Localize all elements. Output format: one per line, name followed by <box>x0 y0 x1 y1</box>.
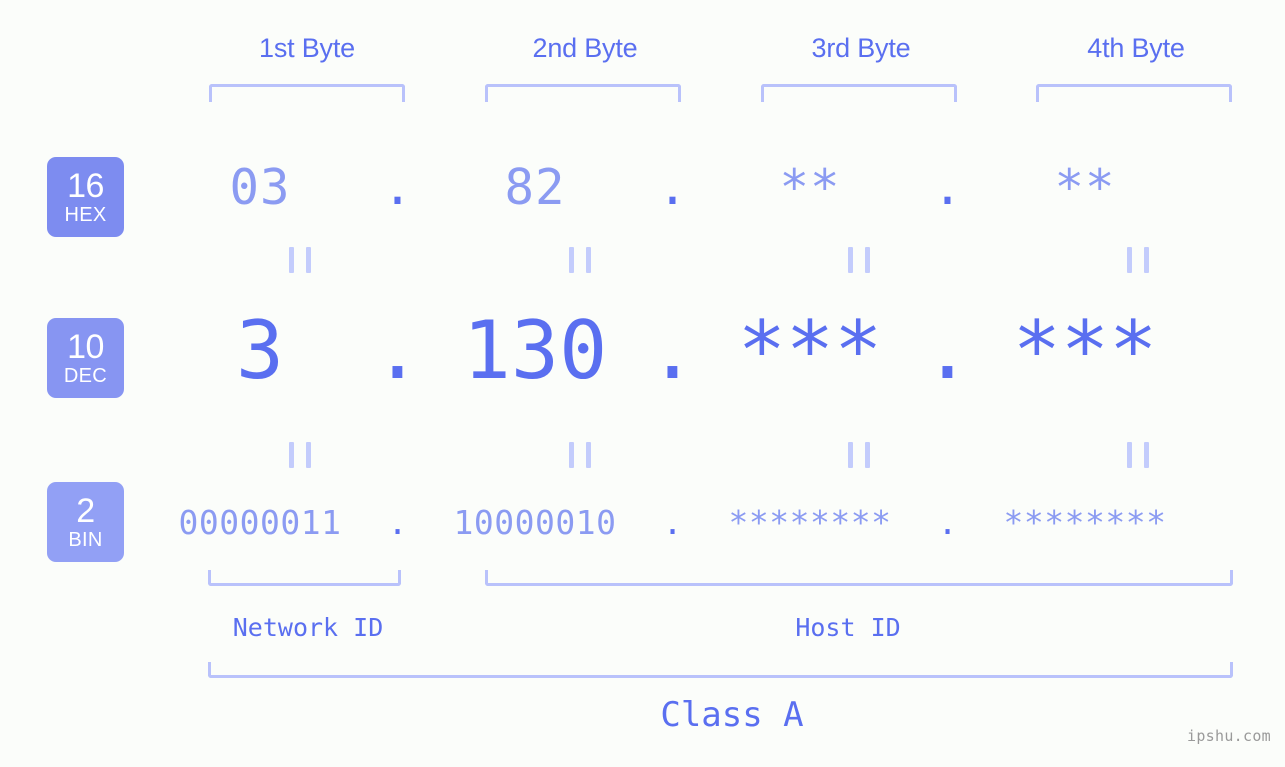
base-badge-bin-abbr: BIN <box>68 529 103 551</box>
equals-icon-hex-dec-4 <box>1127 247 1149 273</box>
hex-byte-1: 03 <box>229 158 291 216</box>
hex-byte-4: ** <box>1054 158 1116 216</box>
byte-bracket-2 <box>485 84 681 102</box>
base-badge-dec-number: 10 <box>67 328 104 366</box>
dec-separator-2: . <box>648 303 697 397</box>
dec-byte-4: *** <box>1012 303 1158 397</box>
dec-separator-1: . <box>373 303 422 397</box>
equals-icon-hex-dec-1 <box>289 247 311 273</box>
equals-icon-dec-bin-3 <box>848 442 870 468</box>
site-watermark: ipshu.com <box>1187 727 1271 745</box>
bin-byte-3: ******** <box>728 502 892 542</box>
equals-icon-dec-bin-4 <box>1127 442 1149 468</box>
bin-separator-1: . <box>387 502 408 542</box>
equals-icon-dec-bin-1 <box>289 442 311 468</box>
network-id-bracket <box>208 570 401 586</box>
byte-bracket-3 <box>761 84 957 102</box>
dec-byte-3: *** <box>737 303 883 397</box>
bin-byte-1: 00000011 <box>178 502 342 542</box>
dec-byte-1: 3 <box>235 303 285 397</box>
bin-separator-2: . <box>662 502 683 542</box>
base-badge-bin-number: 2 <box>76 492 95 530</box>
bin-byte-2: 10000010 <box>453 502 617 542</box>
hex-value-row: 03 . 82 . ** . ** <box>150 152 1250 222</box>
class-bracket <box>208 662 1233 678</box>
bin-separator-3: . <box>937 502 958 542</box>
base-badge-bin: 2 BIN <box>47 482 124 562</box>
byte-bracket-1 <box>209 84 405 102</box>
dec-byte-2: 130 <box>462 303 608 397</box>
equals-icon-dec-bin-2 <box>569 442 591 468</box>
byte-header-2: 2nd Byte <box>532 33 638 63</box>
host-id-bracket <box>485 570 1233 586</box>
hex-separator-2: . <box>657 158 688 216</box>
bin-byte-4: ******** <box>1003 502 1167 542</box>
base-badge-dec-abbr: DEC <box>63 365 108 387</box>
base-badge-hex-abbr: HEX <box>64 204 107 226</box>
hex-byte-3: ** <box>779 158 841 216</box>
byte-header-4: 4th Byte <box>1087 33 1185 63</box>
base-badge-hex: 16 HEX <box>47 157 124 237</box>
network-id-label: Network ID <box>232 613 384 642</box>
equals-icon-hex-dec-2 <box>569 247 591 273</box>
hex-separator-3: . <box>932 158 963 216</box>
dec-value-row: 3 . 130 . *** . *** <box>150 295 1250 405</box>
byte-bracket-4 <box>1036 84 1232 102</box>
base-badge-dec: 10 DEC <box>47 318 124 398</box>
class-label: Class A <box>660 695 804 735</box>
equals-icon-hex-dec-3 <box>848 247 870 273</box>
bin-value-row: 00000011 . 10000010 . ******** . *******… <box>150 492 1250 552</box>
ip-address-breakdown-diagram: 1st Byte 2nd Byte 3rd Byte 4th Byte 16 H… <box>0 0 1285 767</box>
dec-separator-3: . <box>923 303 972 397</box>
byte-header-1: 1st Byte <box>259 33 355 63</box>
hex-separator-1: . <box>382 158 413 216</box>
base-badge-hex-number: 16 <box>67 167 104 205</box>
host-id-label: Host ID <box>795 613 901 642</box>
byte-header-3: 3rd Byte <box>811 33 911 63</box>
hex-byte-2: 82 <box>504 158 566 216</box>
